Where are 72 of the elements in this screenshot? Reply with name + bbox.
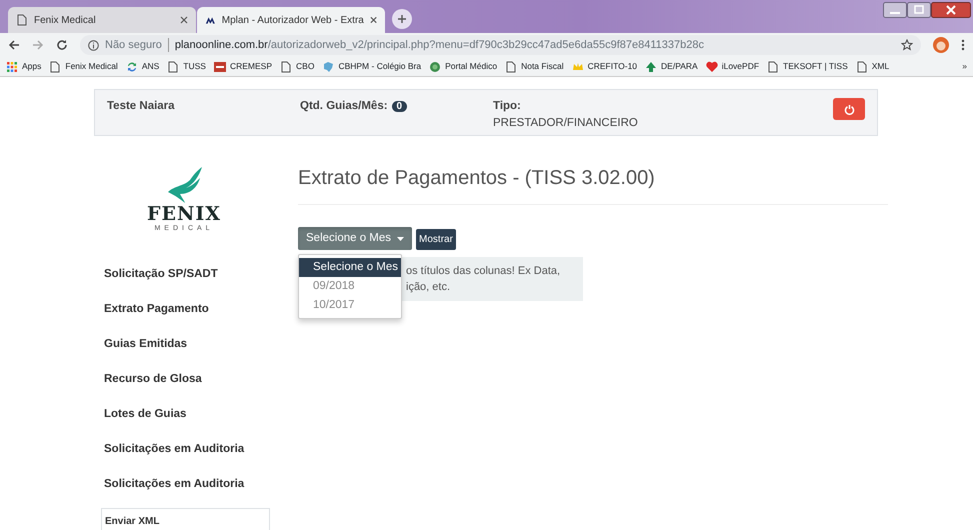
dropdown-option[interactable]: 09/2018 <box>299 277 401 296</box>
power-icon <box>844 104 854 114</box>
bookmark-link[interactable]: TEKSOFT | TISS <box>767 60 848 73</box>
page-icon <box>280 60 292 72</box>
map-icon <box>322 60 334 72</box>
dropdown-option[interactable]: 10/2017 <box>299 296 401 315</box>
maximize-icon[interactable] <box>907 2 931 18</box>
quantity-label: Qtd. Guias/Mês: <box>300 100 388 112</box>
bookmark-link[interactable]: Apps <box>6 60 42 73</box>
new-tab-button[interactable] <box>392 9 412 29</box>
info-icon <box>88 40 99 50</box>
close-icon[interactable] <box>931 2 971 18</box>
sidebar-link[interactable]: Lotes de Guias <box>94 397 298 432</box>
bookmark-link[interactable]: DE/PARA <box>645 60 698 73</box>
address-bar[interactable]: Não seguro planoonline.com.br/autorizadorweb_v2/principal.php?menu=df790c3b29cc47ad5e6da55c9f87e8411337b28c <box>80 35 921 55</box>
bookmark-link[interactable]: Portal Médico <box>429 60 498 73</box>
bookmark-link[interactable]: Fenix Medical <box>49 60 118 73</box>
url-text: planoonline.com.br/autorizadorweb_v2/principal.php?menu=df790c3b29cc47ad5e6da55c9f87e8411337b28c <box>174 38 704 53</box>
caret-icon <box>397 236 404 240</box>
heart-icon <box>706 60 718 72</box>
bookmark-link[interactable]: CREMESP <box>214 60 272 73</box>
bookmark-link[interactable]: TUSS <box>167 60 206 73</box>
page-icon <box>505 60 518 72</box>
more-menu-icon[interactable] <box>961 39 965 51</box>
badge-icon <box>214 60 226 72</box>
logo-name: FENIX <box>147 204 221 224</box>
dropdown-option[interactable]: Selecione o Mes <box>299 258 401 277</box>
page-title: Extrato de Pagamentos - (TISS 3.02.00) <box>298 166 656 190</box>
page-icon <box>16 14 28 26</box>
bookmark-link[interactable]: CBHPM - Colégio Bra <box>322 60 422 73</box>
sidebar-link[interactable]: Guias Emitidas <box>94 327 298 362</box>
bookmark-link[interactable]: ANS <box>126 60 160 73</box>
user-name: Teste Naiara <box>107 100 175 112</box>
bookmark-link[interactable]: Nota Fiscal <box>505 60 564 73</box>
arrows-icon <box>126 60 138 72</box>
circle-icon <box>429 60 442 72</box>
bookmark-link[interactable]: CBO <box>280 60 314 73</box>
close-icon[interactable] <box>180 16 188 24</box>
sidebar-link[interactable]: Solicitações em Auditoria <box>94 467 298 502</box>
close-icon[interactable] <box>370 16 377 24</box>
show-button[interactable]: Mostrar <box>416 229 456 250</box>
tree-icon <box>645 60 658 72</box>
type-label: Tipo: <box>493 99 522 114</box>
sidebar-link[interactable]: Enviar XML <box>101 508 270 530</box>
page-icon <box>49 60 62 72</box>
page-icon <box>856 60 868 72</box>
bookmark-link[interactable]: CREFITO-10 <box>572 60 638 73</box>
hint-text: os títulos das colunas! Ex Data, <box>406 264 560 279</box>
hint-text: ição, etc. <box>406 280 450 295</box>
bookmark-link[interactable]: iLovePDF <box>706 60 760 73</box>
sidebar-link[interactable]: Solicitação SP/SADT <box>94 257 298 292</box>
grid-icon <box>6 60 18 72</box>
browser-tab[interactable]: Mplan - Autorizador Web - Extra <box>197 7 385 33</box>
security-label: Não seguro <box>105 38 162 53</box>
plus-icon <box>397 14 407 24</box>
type-value: PRESTADOR/FINANCEIRO <box>493 116 639 132</box>
avatar-icon[interactable] <box>933 37 949 53</box>
logout-button[interactable] <box>833 98 865 120</box>
page-icon <box>767 60 780 72</box>
back-arrow-icon[interactable] <box>8 39 20 51</box>
month-dropdown[interactable]: Selecione o Mes <box>298 227 412 250</box>
bookmark-link[interactable]: XML <box>856 60 890 73</box>
sidebar-link[interactable]: Solicitações em Auditoria <box>94 432 298 467</box>
star-icon[interactable] <box>901 39 913 51</box>
reload-icon[interactable] <box>56 39 68 51</box>
sidebar-link[interactable]: Extrato Pagamento <box>94 292 298 327</box>
sidebar-link[interactable]: Recurso de Glosa <box>94 362 298 397</box>
overflow-chevron[interactable]: » <box>962 60 967 73</box>
browser-tab[interactable]: Fenix Medical <box>8 7 196 33</box>
count-badge: 0 <box>392 101 408 112</box>
minimize-icon[interactable] <box>883 2 907 18</box>
page-icon <box>167 60 180 72</box>
